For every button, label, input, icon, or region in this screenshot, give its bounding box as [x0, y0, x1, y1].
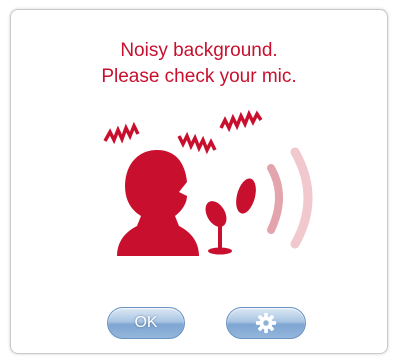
noisy-microphone-illustration — [103, 109, 313, 256]
settings-button[interactable] — [226, 307, 306, 339]
noise-zigzag-icon — [103, 121, 140, 145]
ok-button-label: OK — [134, 314, 158, 331]
microphone-icon — [205, 201, 232, 255]
noise-zigzag-icon — [177, 131, 217, 155]
sound-blob-icon — [236, 178, 256, 214]
noise-warning-dialog: Noisy background. Please check your mic.… — [10, 9, 388, 354]
sound-wave-icon — [290, 147, 313, 249]
gear-icon — [255, 312, 277, 334]
message-line-1: Noisy background. — [120, 40, 278, 61]
ok-button[interactable]: OK — [107, 307, 185, 339]
noise-zigzag-icon — [219, 109, 263, 133]
dialog-message: Noisy background. Please check your mic. — [11, 38, 387, 90]
person-icon — [117, 150, 199, 256]
sound-wave-icon — [267, 164, 283, 234]
message-line-2: Please check your mic. — [101, 66, 297, 87]
